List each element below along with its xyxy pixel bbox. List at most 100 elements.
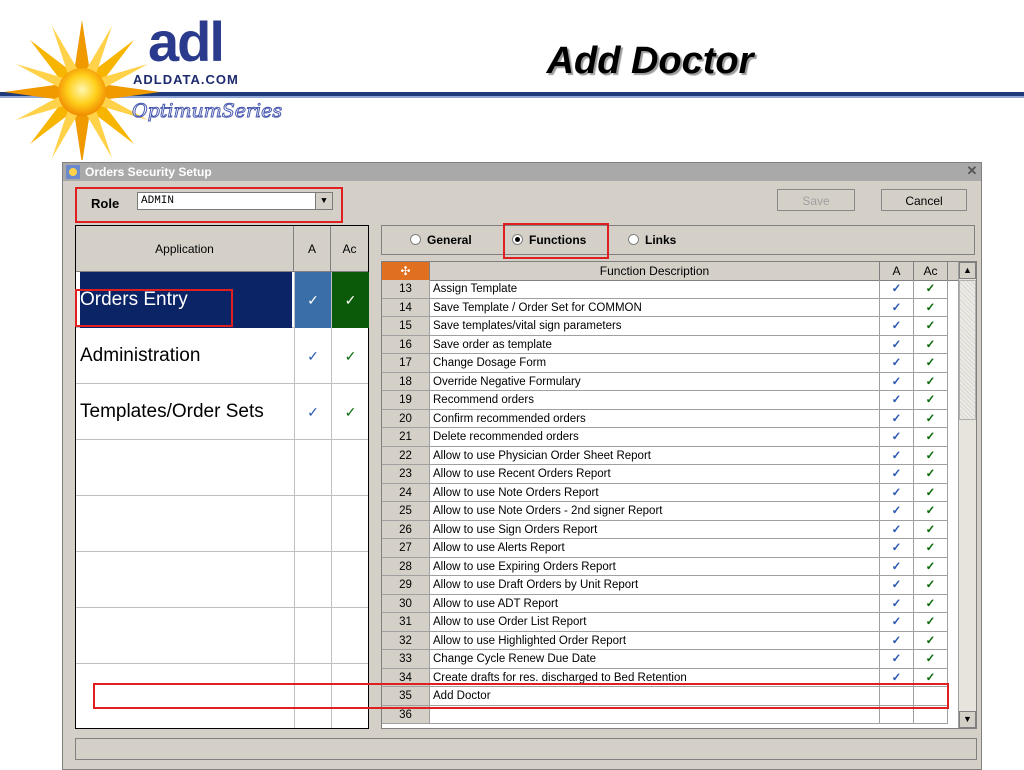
check-icon[interactable]: ✓ [914,280,948,299]
check-icon[interactable]: ✓ [880,483,914,502]
check-icon[interactable]: ✓ [914,354,948,373]
function-row[interactable]: 31 Allow to use Order List Report ✓ ✓ [382,613,976,632]
check-icon[interactable]: ✓ [880,613,914,632]
function-row[interactable]: 21 Delete recommended orders ✓ ✓ [382,428,976,447]
check-icon[interactable]: ✓ [880,372,914,391]
check-icon[interactable]: ✓ [914,372,948,391]
function-row[interactable]: 23 Allow to use Recent Orders Report ✓ ✓ [382,465,976,484]
function-row[interactable]: 13 Assign Template ✓ ✓ [382,280,976,299]
check-icon[interactable]: ✓ [880,650,914,669]
function-description: Override Negative Formulary [430,372,880,391]
check-icon[interactable]: ✓ [914,428,948,447]
check-icon[interactable]: ✓ [914,539,948,558]
check-icon[interactable]: ✓ [914,298,948,317]
check-icon[interactable]: ✓ [880,502,914,521]
radio-links[interactable]: Links [628,232,676,248]
highlight-functions-radio [503,223,609,259]
window-titlebar[interactable]: Orders Security Setup ✕ [63,163,981,181]
function-description: Assign Template [430,280,880,299]
check-icon[interactable]: ✓ [294,272,331,328]
cancel-button[interactable]: Cancel [881,189,967,211]
function-description: Allow to use Recent Orders Report [430,465,880,484]
check-icon[interactable]: ✓ [880,354,914,373]
check-icon[interactable]: ✓ [914,409,948,428]
check-icon[interactable]: ✓ [880,317,914,336]
function-row[interactable]: 30 Allow to use ADT Report ✓ ✓ [382,594,976,613]
scroll-down-icon[interactable]: ▼ [959,711,976,728]
check-icon[interactable]: ✓ [914,594,948,613]
function-row[interactable]: 22 Allow to use Physician Order Sheet Rep… [382,446,976,465]
function-row[interactable]: 27 Allow to use Alerts Report ✓ ✓ [382,539,976,558]
scrollbar-thumb[interactable] [959,280,976,420]
check-icon[interactable]: ✓ [880,557,914,576]
check-icon[interactable]: ✓ [914,317,948,336]
function-row[interactable]: 16 Save order as template ✓ ✓ [382,335,976,354]
function-row[interactable]: 32 Allow to use Highlighted Order Report ✓… [382,631,976,650]
function-description: Allow to use Sign Orders Report [430,520,880,539]
check-icon[interactable]: ✓ [914,631,948,650]
check-icon[interactable]: ✓ [914,335,948,354]
check-icon[interactable]: ✓ [914,446,948,465]
check-icon[interactable]: ✓ [914,520,948,539]
check-icon[interactable]: ✓ [880,391,914,410]
vertical-scrollbar[interactable]: ▲ ▼ [958,262,976,728]
check-icon[interactable]: ✓ [914,557,948,576]
function-row[interactable]: 25 Allow to use Note Orders - 2nd signer … [382,502,976,521]
check-icon[interactable]: ✓ [914,483,948,502]
window-title: Orders Security Setup [85,165,212,179]
check-icon[interactable]: ✓ [880,409,914,428]
check-icon[interactable]: ✓ [880,428,914,447]
function-description: Allow to use Draft Orders by Unit Report [430,576,880,595]
check-icon[interactable]: ✓ [914,391,948,410]
application-row-templates[interactable]: Templates/Order Sets ✓ ✓ [76,384,368,440]
check-icon[interactable]: ✓ [914,613,948,632]
check-icon[interactable]: ✓ [880,539,914,558]
check-icon[interactable]: ✓ [331,384,369,440]
check-icon[interactable]: ✓ [880,594,914,613]
function-row[interactable]: 18 Override Negative Formulary ✓ ✓ [382,372,976,391]
function-row[interactable]: 19 Recommend orders ✓ ✓ [382,391,976,410]
function-row[interactable]: 24 Allow to use Note Orders Report ✓ ✓ [382,483,976,502]
close-icon[interactable]: ✕ [965,164,979,178]
row-number: 18 [382,372,430,391]
check-icon[interactable]: ✓ [914,576,948,595]
save-button[interactable]: Save [777,189,855,211]
check-icon[interactable]: ✓ [914,650,948,669]
scroll-up-icon[interactable]: ▲ [959,262,976,279]
column-header-a[interactable]: A [294,226,331,272]
check-icon[interactable]: ✓ [294,384,331,440]
function-row[interactable]: 26 Allow to use Sign Orders Report ✓ ✓ [382,520,976,539]
column-header-application[interactable]: Application [76,226,294,272]
check-icon[interactable]: ✓ [914,465,948,484]
function-description: Save order as template [430,335,880,354]
function-row[interactable]: 14 Save Template / Order Set for COMMON ✓ ✓ [382,298,976,317]
application-row-administration[interactable]: Administration ✓ ✓ [76,328,368,384]
check-icon[interactable]: ✓ [331,328,369,384]
check-icon[interactable]: ✓ [880,280,914,299]
radio-general[interactable]: General [410,232,472,248]
check-icon[interactable]: ✓ [914,502,948,521]
column-header-a[interactable]: A [880,262,914,280]
function-row[interactable]: 28 Allow to use Expiring Orders Report ✓ ✓ [382,557,976,576]
grid-corner-icon[interactable]: ✣ [382,262,430,280]
column-header-ac[interactable]: Ac [914,262,948,280]
check-icon[interactable]: ✓ [880,298,914,317]
row-number: 15 [382,317,430,336]
function-row[interactable]: 33 Change Cycle Renew Due Date ✓ ✓ [382,650,976,669]
check-icon[interactable]: ✓ [294,328,331,384]
check-icon[interactable]: ✓ [331,272,369,328]
row-number: 24 [382,483,430,502]
function-row[interactable]: 17 Change Dosage Form ✓ ✓ [382,354,976,373]
function-row[interactable]: 15 Save templates/vital sign parameters ✓ ✓ [382,317,976,336]
check-icon[interactable]: ✓ [880,335,914,354]
column-header-function-description[interactable]: Function Description [430,262,880,280]
check-icon[interactable]: ✓ [880,446,914,465]
check-icon[interactable]: ✓ [880,576,914,595]
column-header-ac[interactable]: Ac [331,226,368,272]
function-row[interactable]: 29 Allow to use Draft Orders by Unit Repo… [382,576,976,595]
check-icon[interactable]: ✓ [880,465,914,484]
check-icon[interactable]: ✓ [880,520,914,539]
function-row[interactable]: 20 Confirm recommended orders ✓ ✓ [382,409,976,428]
check-icon[interactable]: ✓ [880,631,914,650]
row-number: 25 [382,502,430,521]
